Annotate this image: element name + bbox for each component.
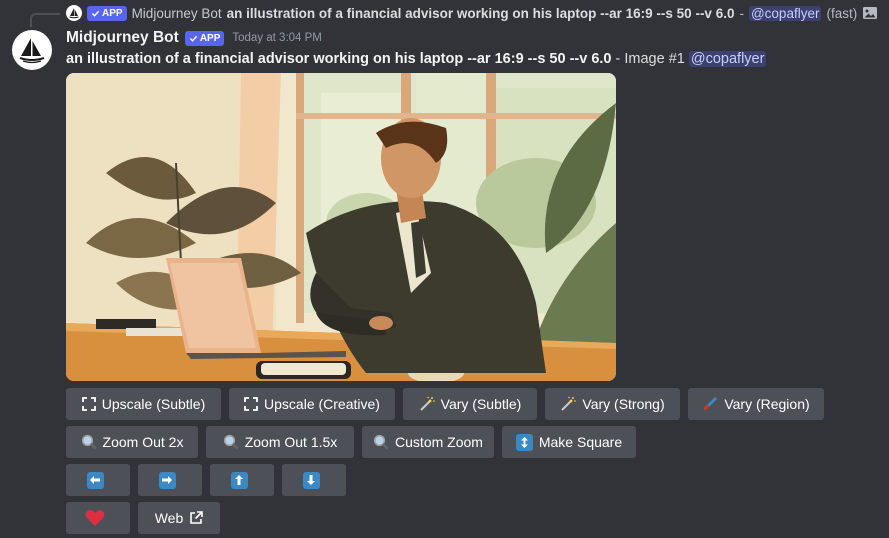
message-header: Midjourney Bot APP Today at 3:04 PM [66, 29, 322, 47]
image-icon [862, 5, 878, 21]
app-badge-label: APP [199, 32, 221, 44]
message-prompt: an illustration of a financial advisor w… [66, 51, 612, 67]
upscale-subtle-button[interactable]: Upscale (Subtle) [66, 388, 221, 420]
expand-icon [81, 397, 96, 411]
vary-subtle-label: Vary (Subtle) [440, 396, 522, 412]
pan-left-button[interactable] [66, 464, 130, 496]
vary-strong-label: Vary (Strong) [582, 396, 665, 412]
upscale-subtle-label: Upscale (Subtle) [101, 396, 206, 412]
timestamp[interactable]: Today at 3:04 PM [232, 32, 322, 44]
username[interactable]: Midjourney Bot [66, 29, 179, 47]
reply-speed: (fast) [826, 5, 858, 21]
reply-author[interactable]: Midjourney Bot [132, 6, 222, 21]
app-badge: APP [184, 30, 225, 46]
app-badge-label: APP [102, 7, 123, 19]
pan-right-button[interactable] [138, 464, 202, 496]
magic-wand-icon [560, 396, 577, 412]
vary-region-label: Vary (Region) [724, 396, 810, 412]
web-link-label: Web [154, 510, 184, 526]
vary-strong-button[interactable]: Vary (Strong) [545, 388, 680, 420]
upscale-creative-label: Upscale (Creative) [264, 396, 380, 412]
check-icon [189, 35, 197, 42]
bot-avatar[interactable] [12, 30, 52, 70]
external-link-icon [189, 511, 204, 525]
user-mention[interactable]: @copaflyer [688, 51, 767, 67]
vary-subtle-button[interactable]: Vary (Subtle) [403, 388, 537, 420]
reply-preview[interactable]: APP Midjourney Bot an illustration of a … [66, 3, 878, 23]
bot-mini-avatar[interactable] [66, 5, 82, 21]
expand-icon [244, 397, 258, 411]
zoom-out-2x-label: Zoom Out 2x [102, 434, 184, 450]
magic-wand-icon [419, 396, 435, 412]
custom-zoom-label: Custom Zoom [395, 434, 483, 450]
sailboat-logo [19, 38, 45, 64]
reply-spine [30, 13, 60, 27]
arrow-left-icon [86, 471, 104, 489]
arrow-right-icon [158, 471, 176, 489]
up-down-arrow-icon [515, 433, 533, 451]
custom-zoom-button[interactable]: Custom Zoom [362, 426, 494, 458]
magnifier-icon [223, 434, 239, 450]
pan-down-button[interactable] [282, 464, 346, 496]
message-content: an illustration of a financial advisor w… [66, 51, 767, 67]
arrow-up-icon [230, 471, 248, 489]
make-square-label: Make Square [538, 434, 623, 450]
favorite-button[interactable] [66, 502, 130, 534]
upscale-creative-button[interactable]: Upscale (Creative) [229, 388, 395, 420]
web-link-button[interactable]: Web [138, 502, 220, 534]
vary-region-button[interactable]: Vary (Region) [688, 388, 824, 420]
reply-prompt[interactable]: an illustration of a financial advisor w… [227, 6, 735, 21]
magnifier-icon [81, 434, 97, 450]
arrow-down-icon [302, 471, 320, 489]
zoom-out-1-5x-label: Zoom Out 1.5x [244, 434, 338, 450]
magnifier-icon [373, 434, 389, 450]
make-square-button[interactable]: Make Square [502, 426, 636, 458]
image-number: - Image #1 [615, 51, 685, 67]
heart-icon [85, 509, 105, 527]
reply-mention[interactable]: @copaflyer [748, 5, 822, 21]
reply-separator: - [739, 5, 744, 21]
check-icon [91, 10, 100, 17]
zoom-out-2x-button[interactable]: Zoom Out 2x [66, 426, 198, 458]
pan-up-button[interactable] [210, 464, 274, 496]
paintbrush-icon [702, 396, 718, 412]
generated-image[interactable] [66, 73, 616, 381]
app-badge: APP [87, 5, 127, 21]
zoom-out-1-5x-button[interactable]: Zoom Out 1.5x [206, 426, 354, 458]
